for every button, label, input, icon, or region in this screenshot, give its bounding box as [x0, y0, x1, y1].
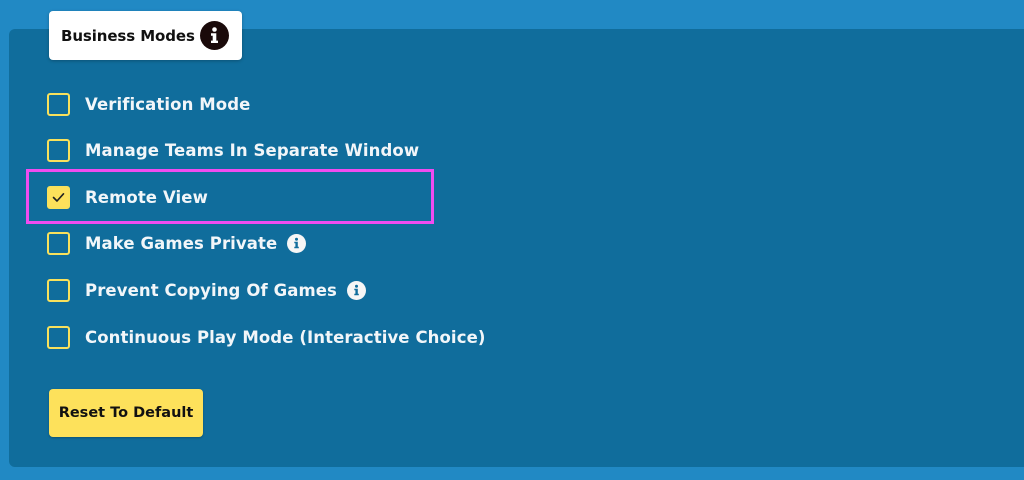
option-label: Manage Teams In Separate Window	[85, 141, 420, 160]
checkbox-manage-teams[interactable]	[47, 139, 70, 162]
checkbox-make-games-private[interactable]	[47, 232, 70, 255]
option-manage-teams[interactable]: Manage Teams In Separate Window	[47, 137, 419, 164]
section-title: Business Modes	[61, 26, 195, 45]
highlight-box	[26, 169, 434, 224]
option-label: Continuous Play Mode (Interactive Choice…	[85, 328, 486, 347]
option-continuous-play[interactable]: Continuous Play Mode (Interactive Choice…	[47, 324, 486, 351]
checkbox-verification-mode[interactable]	[47, 93, 70, 116]
section-header-tab: Business Modes	[49, 11, 242, 60]
option-make-games-private[interactable]: Make Games Private	[47, 230, 307, 257]
info-icon[interactable]	[346, 281, 366, 300]
option-label: Prevent Copying Of Games	[85, 281, 337, 300]
option-label: Verification Mode	[85, 95, 251, 114]
checkbox-continuous-play[interactable]	[47, 326, 70, 349]
option-label: Make Games Private	[85, 234, 278, 253]
option-verification-mode[interactable]: Verification Mode	[47, 91, 250, 118]
option-prevent-copying[interactable]: Prevent Copying Of Games	[47, 277, 366, 304]
info-icon[interactable]	[200, 21, 229, 50]
info-icon[interactable]	[287, 234, 307, 253]
checkbox-prevent-copying[interactable]	[47, 279, 70, 302]
reset-to-default-button[interactable]: Reset To Default	[49, 389, 203, 437]
